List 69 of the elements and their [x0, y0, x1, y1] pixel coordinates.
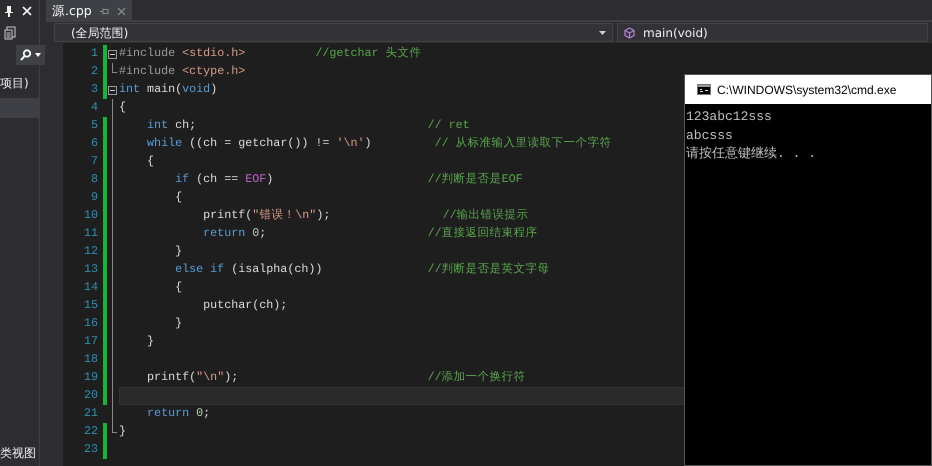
- line-number: 20: [82, 387, 99, 404]
- code-line: #include <ctype.h>: [119, 63, 246, 80]
- console-text: 123abc12sss: [685, 108, 773, 126]
- code-line: while ((ch = getchar()) != '\n'): [147, 135, 372, 152]
- collapse-icon[interactable]: [108, 50, 117, 59]
- line-number: 4: [90, 99, 99, 116]
- console-icon: [697, 84, 711, 95]
- search-button[interactable]: [16, 45, 45, 65]
- code-comment: // 从标准输入里读取下一个字符: [434, 135, 612, 152]
- code-line: {: [119, 99, 126, 116]
- console-text: 请按任意键继续. . .: [685, 145, 818, 163]
- code-line: {: [175, 189, 182, 206]
- search-icon: [20, 49, 31, 61]
- document-icon[interactable]: [4, 26, 16, 40]
- caret-icon: [35, 53, 41, 57]
- panel-tab[interactable]: 类视图: [0, 444, 39, 462]
- line-number: 12: [82, 243, 99, 260]
- code-comment: //getchar 头文件: [315, 45, 422, 62]
- code-comment: //输出错误提示: [442, 207, 529, 224]
- line-number: 9: [90, 189, 99, 206]
- line-number: 1: [90, 45, 99, 62]
- code-line: {: [175, 279, 182, 296]
- line-number: 15: [82, 297, 99, 314]
- caret-icon: [599, 30, 606, 34]
- line-number: 6: [90, 135, 99, 152]
- code-line: }: [119, 423, 126, 440]
- code-line: return 0;: [147, 405, 210, 422]
- code-line: else if (isalpha(ch)): [175, 261, 322, 278]
- code-line: #include <stdio.h>: [119, 45, 246, 62]
- line-number: 5: [90, 117, 99, 134]
- pin-icon[interactable]: [4, 5, 14, 17]
- line-number: 2: [90, 63, 99, 80]
- tree-item[interactable]: 项目): [0, 74, 39, 92]
- line-number: 8: [90, 171, 99, 188]
- line-number: 11: [82, 225, 99, 242]
- cube-icon: [624, 26, 635, 38]
- code-line: {: [147, 153, 154, 170]
- line-number: 3: [90, 81, 99, 98]
- code-line: }: [147, 333, 154, 350]
- code-line: putchar(ch);: [203, 297, 288, 314]
- line-number: 21: [82, 405, 99, 422]
- line-number: 17: [82, 333, 99, 350]
- window-title: C:\WINDOWS\system32\cmd.exe: [717, 82, 896, 98]
- collapse-icon[interactable]: [108, 86, 117, 95]
- code-line: int ch;: [147, 117, 196, 134]
- member-dropdown[interactable]: main(void): [617, 23, 928, 42]
- code-line: printf("\n");: [147, 369, 238, 386]
- line-number: 16: [82, 315, 99, 332]
- line-number: 10: [82, 207, 99, 224]
- line-number: 7: [90, 153, 99, 170]
- code-comment: //判断是否是EOF: [428, 171, 523, 188]
- line-number: 18: [82, 351, 99, 368]
- code-line: printf("错误！\n");: [203, 207, 330, 224]
- code-line: int main(void): [119, 81, 218, 98]
- code-line: if (ch == EOF): [175, 171, 274, 188]
- line-number: 22: [82, 423, 99, 440]
- code-line: }: [175, 315, 182, 332]
- code-comment: //添加一个换行符: [428, 369, 526, 386]
- line-number: 19: [82, 369, 99, 386]
- code-comment: //直接返回结束程序: [428, 225, 538, 242]
- console-text: abcsss: [685, 126, 734, 144]
- code-line: return 0;: [203, 225, 266, 242]
- line-number: 13: [82, 261, 99, 278]
- code-comment: //判断是否是英文字母: [428, 261, 550, 278]
- line-number: 23: [82, 441, 99, 458]
- line-number: 14: [82, 279, 99, 296]
- code-line: }: [175, 243, 182, 260]
- code-comment: // ret: [428, 117, 470, 134]
- scope-dropdown[interactable]: (全局范围): [54, 23, 613, 42]
